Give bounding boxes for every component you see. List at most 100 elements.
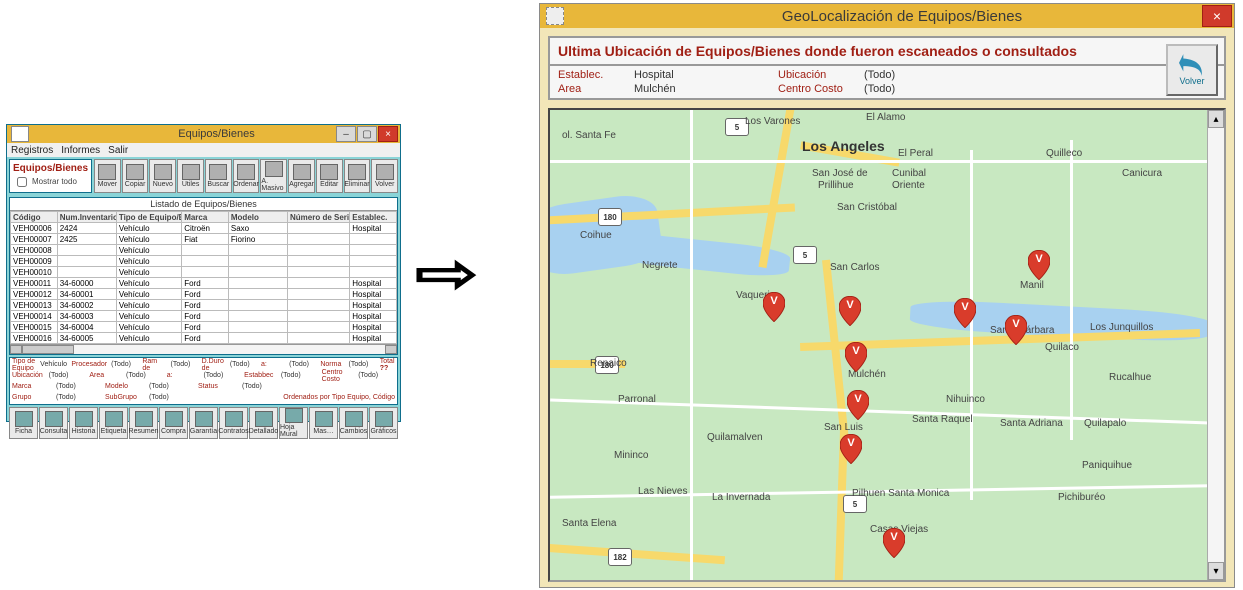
table-row[interactable]: VEH00010Vehículo [11, 267, 397, 278]
bottom-grficos-button[interactable]: Gráficos [369, 407, 398, 439]
table-row[interactable]: VEH000072425VehículoFiatFiorino [11, 234, 397, 245]
toolbar-eliminar-button[interactable]: Eliminar [344, 159, 371, 193]
toolbar-icon [225, 411, 243, 427]
table-row[interactable]: VEH0001534-60004VehículoFordHospital [11, 322, 397, 333]
map-pin[interactable]: V [847, 390, 869, 420]
toolbar-icon [195, 411, 213, 427]
menu-registros[interactable]: Registros [11, 145, 53, 156]
toolbar-mover-button[interactable]: Mover [94, 159, 121, 193]
bottom-consulta-button[interactable]: Consulta [39, 407, 68, 439]
filter-value: (Todo) [111, 361, 138, 368]
filter-label: Ram de [142, 358, 166, 372]
close-button[interactable]: × [378, 126, 398, 142]
map-label: Canicura [1122, 168, 1162, 179]
bottom-ficha-button[interactable]: Ficha [9, 407, 38, 439]
map-label: Parronal [618, 394, 656, 405]
toolbar-ordenar-button[interactable]: Ordenar [233, 159, 260, 193]
bottom-etiqueta-button[interactable]: Etiqueta [99, 407, 128, 439]
toolbar-editar-button[interactable]: Editar [316, 159, 343, 193]
column-header[interactable]: Establec. [350, 212, 397, 223]
toolbar-amasivo-button[interactable]: A. Masivo [260, 159, 287, 193]
column-header[interactable]: Marca [182, 212, 229, 223]
table-row[interactable]: VEH000062424VehículoCitroënSaxoHospital [11, 223, 397, 234]
maximize-button[interactable]: ▢ [357, 126, 377, 142]
toolbar-utiles-button[interactable]: Utiles [177, 159, 204, 193]
scroll-thumb[interactable] [22, 345, 74, 354]
scroll-right-icon[interactable] [385, 345, 397, 354]
area-value: Mulchén [634, 83, 676, 95]
toolbar-icon [15, 411, 33, 427]
filter-value: (Todo) [242, 383, 287, 390]
toolbar-nuevo-button[interactable]: Nuevo [149, 159, 176, 193]
minimize-button[interactable]: – [336, 126, 356, 142]
map-canvas[interactable]: 551805180182Los VaronesEl Alamool. Santa… [550, 110, 1208, 580]
table-row[interactable]: VEH0001234-60001VehículoFordHospital [11, 289, 397, 300]
map-label: Renaico [590, 358, 627, 369]
geo-header: Ultima Ubicación de Equipos/Bienes donde… [548, 36, 1226, 100]
toolbar-icon [315, 411, 333, 427]
toolbar-buscar-button[interactable]: Buscar [205, 159, 232, 193]
toolbar-icon [98, 164, 116, 180]
toolbar-icon [320, 164, 338, 180]
scroll-left-icon[interactable] [10, 345, 22, 354]
bottom-garanta-button[interactable]: Garantía [189, 407, 218, 439]
bottom-detallado-button[interactable]: Detallado [249, 407, 278, 439]
data-grid[interactable]: CódigoNum.InventarioTipo de Equipo/BienM… [10, 210, 397, 344]
volver-button[interactable]: Volver [1166, 44, 1218, 96]
bottom-contratos-button[interactable]: Contratos [219, 407, 248, 439]
column-header[interactable]: Número de Serie [288, 212, 350, 223]
pin-letter: V [883, 531, 905, 543]
grid-hscroll[interactable] [10, 344, 397, 354]
table-row[interactable]: VEH00009Vehículo [11, 256, 397, 267]
map-pin[interactable]: V [954, 298, 976, 328]
bottom-mas-button[interactable]: Mas… [309, 407, 338, 439]
column-header[interactable]: Tipo de Equipo/Bien [116, 212, 181, 223]
geo-titlebar[interactable]: GeoLocalización de Equipos/Bienes × [540, 4, 1234, 28]
menu-informes[interactable]: Informes [61, 145, 100, 156]
titlebar[interactable]: Equipos/Bienes – ▢ × [7, 125, 400, 143]
scroll-track[interactable] [1208, 128, 1224, 562]
bottom-resumen-button[interactable]: Resumen [129, 407, 158, 439]
filter-value: (Todo) [126, 372, 163, 379]
list-panel: Listado de Equipos/Bienes CódigoNum.Inve… [9, 197, 398, 355]
map-pin[interactable]: V [840, 434, 862, 464]
pin-letter: V [1005, 318, 1027, 330]
map-pin[interactable]: V [845, 342, 867, 372]
map-pin[interactable]: V [1028, 250, 1050, 280]
map-label: Nihuinco [946, 394, 985, 405]
bottom-hojamural-button[interactable]: Hoja Mural [279, 407, 308, 439]
map-label: Oriente [892, 180, 925, 191]
toolbar-icon [348, 164, 366, 180]
map-pin[interactable]: V [1005, 315, 1027, 345]
column-header[interactable]: Num.Inventario [57, 212, 116, 223]
bottom-historia-button[interactable]: Historia [69, 407, 98, 439]
show-all-checkbox[interactable] [17, 177, 27, 187]
map-label: Pichiburéo [1058, 492, 1105, 503]
bottom-compra-button[interactable]: Compra [159, 407, 188, 439]
map-label: ol. Santa Fe [562, 130, 616, 141]
map-pin[interactable]: V [883, 528, 905, 558]
show-all-checkbox-label[interactable]: Mostrar todo [13, 174, 77, 190]
toolbar-copiar-button[interactable]: Copiar [122, 159, 149, 193]
map-pin[interactable]: V [839, 296, 861, 326]
scroll-down-icon[interactable]: ▾ [1208, 562, 1224, 580]
map-vscroll[interactable]: ▴ ▾ [1207, 110, 1224, 580]
map-pin[interactable]: V [763, 292, 785, 322]
toolbar-volver-button[interactable]: Volver [371, 159, 398, 193]
map-label: Coihue [580, 230, 612, 241]
table-row[interactable]: VEH0001334-60002VehículoFordHospital [11, 300, 397, 311]
table-row[interactable]: VEH0001134-60000VehículoFordHospital [11, 278, 397, 289]
geo-close-button[interactable]: × [1202, 5, 1232, 27]
column-header[interactable]: Modelo [228, 212, 287, 223]
table-row[interactable]: VEH00008Vehículo [11, 245, 397, 256]
list-title: Listado de Equipos/Bienes [10, 198, 397, 210]
bottom-toolbar: FichaConsultaHistoriaEtiquetaResumenComp… [9, 407, 398, 439]
bottom-cambios-button[interactable]: Cambios [339, 407, 368, 439]
column-header[interactable]: Código [11, 212, 58, 223]
toolbar-icon [265, 161, 283, 177]
menu-salir[interactable]: Salir [108, 145, 128, 156]
table-row[interactable]: VEH0001634-60005VehículoFordHospital [11, 333, 397, 344]
table-row[interactable]: VEH0001434-60003VehículoFordHospital [11, 311, 397, 322]
toolbar-agregar-button[interactable]: Agregar [288, 159, 315, 193]
scroll-up-icon[interactable]: ▴ [1208, 110, 1224, 128]
